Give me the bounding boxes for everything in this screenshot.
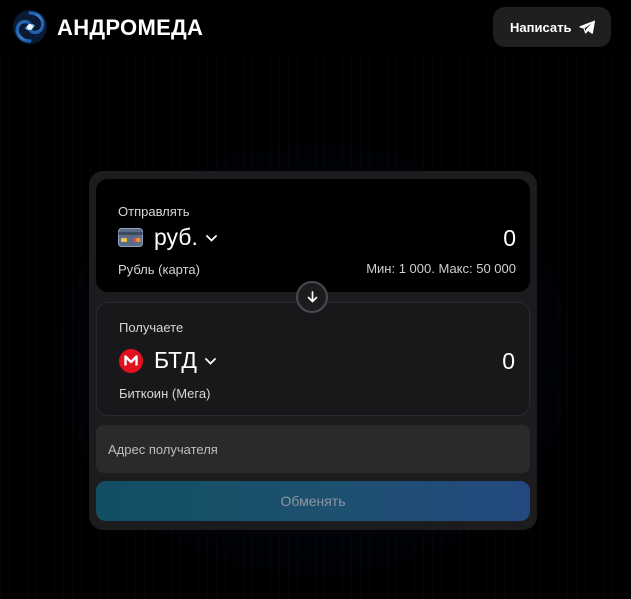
send-currency-code: руб.: [154, 224, 198, 250]
receive-currency-selector[interactable]: БТД: [119, 347, 216, 374]
write-button[interactable]: Написать: [493, 7, 611, 47]
spiral-galaxy-icon[interactable]: [12, 9, 48, 45]
swap-button[interactable]: [296, 281, 328, 313]
chevron-down-icon: [205, 235, 217, 242]
arrow-down-icon: [307, 291, 317, 303]
receive-currency-name: Биткоин (Мега): [119, 386, 211, 401]
send-limits: Мин: 1 000. Макс: 50 000: [366, 261, 516, 276]
brand-title: АНДРОМЕДА: [57, 15, 204, 40]
recipient-address-input[interactable]: [96, 425, 530, 473]
mega-logo-icon: [119, 348, 143, 373]
receive-amount-input[interactable]: [395, 348, 515, 375]
send-currency-name: Рубль (карта): [118, 262, 200, 277]
send-panel: Отправлять руб. Рубль (карта) Мин: 1 000…: [96, 179, 530, 292]
exchange-button[interactable]: Обменять: [96, 481, 530, 521]
bank-card-icon: [118, 228, 143, 247]
exchange-card: Отправлять руб. Рубль (карта) Мин: 1 000…: [89, 171, 537, 530]
send-amount-input[interactable]: [396, 225, 516, 252]
receive-panel: Получаете БТД Биткоин (Мега): [96, 302, 530, 416]
top-bar: АНДРОМЕДА Написать: [0, 0, 631, 56]
write-button-label: Написать: [510, 19, 572, 35]
telegram-plane-icon: [579, 20, 595, 34]
chevron-down-icon: [205, 358, 216, 365]
receive-currency-code: БТД: [154, 347, 197, 373]
receive-label: Получаете: [119, 320, 184, 335]
send-label: Отправлять: [118, 204, 190, 219]
send-currency-selector[interactable]: руб.: [118, 224, 217, 251]
